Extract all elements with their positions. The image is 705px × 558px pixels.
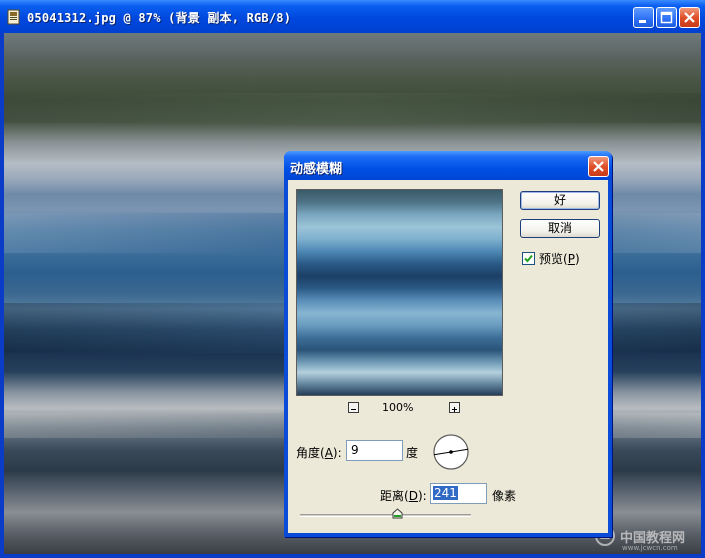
- distance-label: 距离(D):: [380, 487, 427, 504]
- blur-streak: [4, 93, 701, 123]
- filter-preview[interactable]: [296, 189, 503, 396]
- watermark-url: www.jcwcn.com: [622, 544, 678, 552]
- distance-unit: 像素: [492, 489, 517, 503]
- close-icon: [684, 12, 695, 23]
- distance-label-suffix: ):: [417, 489, 427, 503]
- motion-blur-dialog: 动感模糊 100% 好 取消 预览(P) 角度(A): 9 度 距离(D): 2…: [284, 151, 612, 537]
- angle-label-suffix: ):: [332, 446, 342, 460]
- distance-value: 241: [433, 486, 458, 500]
- plus-icon: [452, 407, 457, 412]
- angle-label-key: A: [324, 446, 333, 460]
- distance-input[interactable]: 241: [430, 483, 487, 504]
- preview-label-key: P: [567, 252, 575, 266]
- preview-checkbox[interactable]: [522, 252, 535, 265]
- cancel-button[interactable]: 取消: [520, 219, 600, 238]
- distance-label-key: D: [408, 489, 418, 503]
- photoshop-document-icon: [7, 9, 21, 25]
- close-icon: [593, 161, 604, 172]
- close-button[interactable]: [679, 7, 700, 28]
- dialog-title: 动感模糊: [290, 162, 343, 177]
- dialog-close-button[interactable]: [588, 156, 609, 177]
- angle-unit: 度: [406, 446, 419, 460]
- distance-slider-thumb[interactable]: [392, 508, 403, 522]
- checkmark-icon: [524, 254, 533, 263]
- angle-dial[interactable]: [432, 433, 470, 474]
- preview-label-text: 预览(: [539, 252, 568, 266]
- zoom-level: 100%: [382, 401, 414, 414]
- minus-icon: [351, 409, 356, 410]
- preview-label: 预览(P): [539, 250, 580, 267]
- dialog-body: 100% 好 取消 预览(P) 角度(A): 9 度 距离(D): 241 像素: [288, 180, 608, 533]
- distance-label-text: 距离(: [380, 489, 409, 503]
- maximize-button[interactable]: [656, 7, 677, 28]
- minimize-icon: [639, 20, 646, 23]
- document-title: 05041312.jpg @ 87% (背景 副本, RGB/8): [27, 11, 292, 25]
- preview-label-suffix: ): [574, 252, 580, 266]
- maximize-icon: [660, 11, 673, 24]
- document-titlebar[interactable]: 05041312.jpg @ 87% (背景 副本, RGB/8): [0, 0, 705, 33]
- distance-slider-track[interactable]: [300, 514, 471, 517]
- ok-button[interactable]: 好: [520, 191, 600, 210]
- zoom-in-button[interactable]: [449, 402, 460, 413]
- minimize-button[interactable]: [633, 7, 654, 28]
- angle-input[interactable]: 9: [346, 440, 403, 461]
- dialog-titlebar[interactable]: 动感模糊: [284, 151, 612, 180]
- angle-label: 角度(A):: [296, 444, 342, 461]
- angle-label-text: 角度(: [296, 446, 325, 460]
- zoom-out-button[interactable]: [348, 402, 359, 413]
